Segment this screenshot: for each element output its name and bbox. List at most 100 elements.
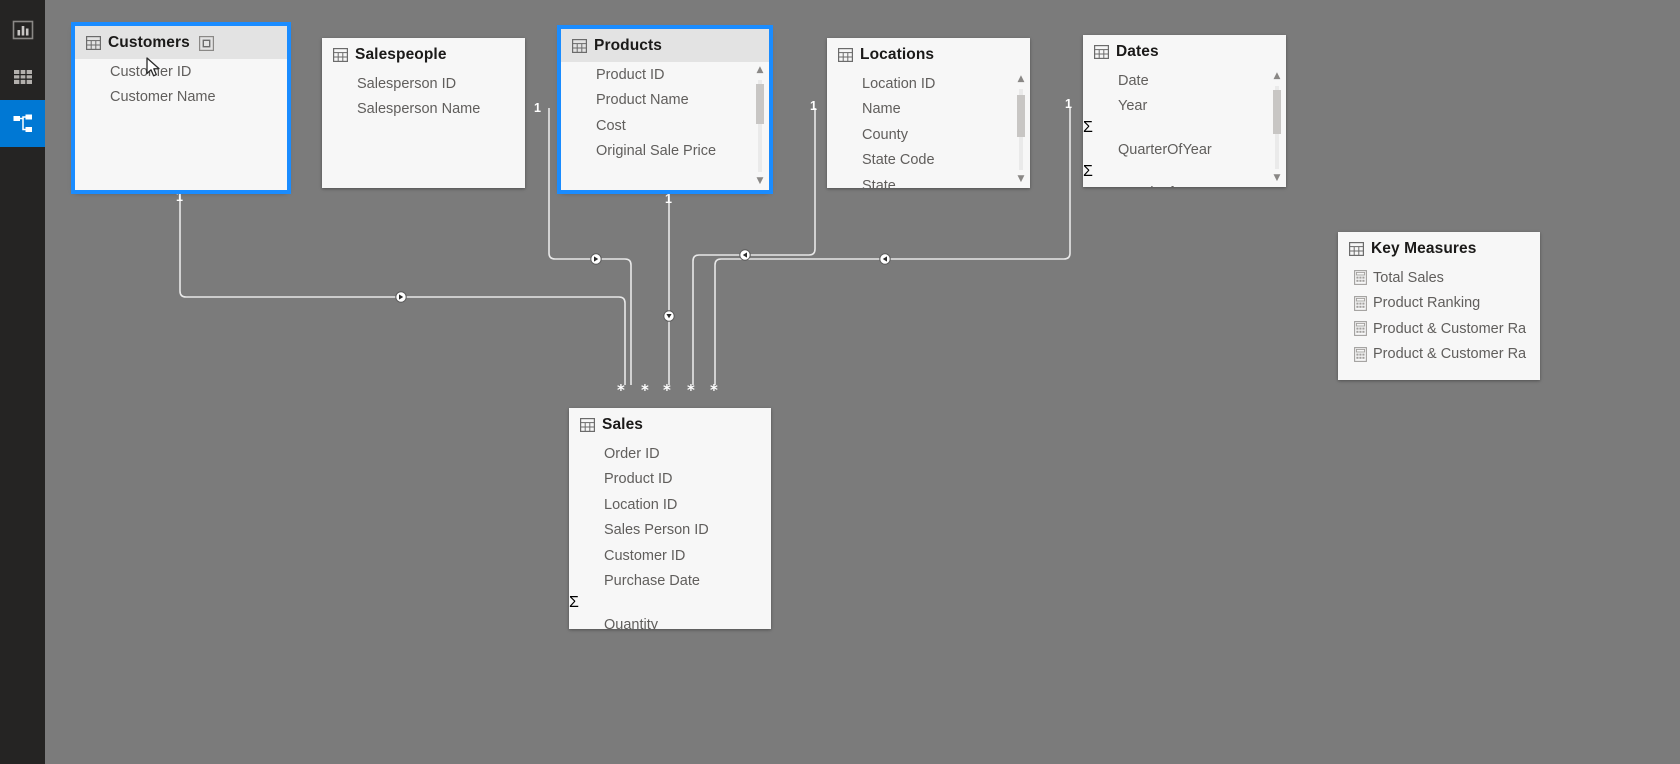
scrollbar-thumb[interactable] — [1017, 95, 1025, 137]
table-fields-salespeople: Salesperson ID Salesperson Name — [322, 71, 525, 188]
measure-icon — [1354, 270, 1367, 285]
filter-direction-marker — [663, 310, 675, 322]
view-switcher-rail — [0, 0, 45, 764]
field-item[interactable]: Salesperson ID — [322, 71, 525, 97]
table-icon — [333, 48, 349, 63]
table-title: Dates — [1116, 43, 1159, 60]
field-item[interactable]: Customer ID — [75, 59, 287, 85]
table-icon — [572, 39, 588, 54]
field-item[interactable]: Location ID — [569, 492, 771, 518]
field-item[interactable]: Cost — [561, 113, 769, 139]
filter-direction-marker — [879, 253, 891, 265]
table-title: Customers — [108, 34, 190, 51]
table-header-products[interactable]: Products — [561, 29, 769, 62]
sigma-aggregate-icon: Σ — [1083, 119, 1093, 136]
table-grid-icon — [12, 66, 34, 88]
table-title: Key Measures — [1371, 240, 1477, 257]
measure-item[interactable]: Total Sales — [1338, 265, 1540, 291]
table-title: Sales — [602, 416, 644, 433]
field-item[interactable]: Date — [1083, 68, 1286, 94]
field-item[interactable]: Quantity — [569, 612, 771, 629]
field-item[interactable]: Product Name — [561, 88, 769, 114]
scrollbar-thumb[interactable] — [1273, 90, 1281, 134]
filter-direction-marker — [739, 249, 751, 261]
field-item[interactable]: Name — [827, 97, 1030, 123]
table-card-customers[interactable]: Customers Customer ID Customer Name — [71, 22, 291, 194]
field-item[interactable]: Original Sale Price — [561, 139, 769, 165]
table-card-dates[interactable]: Dates Date Year Σ QuarterOfYear Σ MonthO… — [1083, 35, 1286, 187]
table-card-locations[interactable]: Locations Location ID Name County State … — [827, 38, 1030, 188]
field-item[interactable]: Sales Person ID — [569, 518, 771, 544]
chevron-up-icon[interactable]: ▲ — [757, 66, 764, 75]
field-item[interactable]: Purchase Date — [569, 569, 771, 595]
field-item[interactable]: Customer Name — [75, 85, 287, 111]
chevron-up-icon[interactable]: ▲ — [1018, 75, 1025, 84]
rail-item-model-view[interactable] — [0, 100, 45, 147]
table-fields-key-measures: Total Sales Product Ranking Product & Cu… — [1338, 265, 1540, 380]
table-fields-locations: Location ID Name County State Code State… — [827, 71, 1030, 188]
table-scrollbar[interactable]: ▲ ▼ — [754, 66, 766, 186]
field-item[interactable]: Year — [1083, 94, 1286, 120]
table-header-salespeople[interactable]: Salespeople — [322, 38, 525, 71]
table-header-customers[interactable]: Customers — [75, 26, 287, 59]
chevron-down-icon[interactable]: ▼ — [1018, 175, 1025, 184]
table-header-key-measures[interactable]: Key Measures — [1338, 232, 1540, 265]
rail-item-report-view[interactable] — [0, 6, 45, 53]
cardinality-label-many: * — [641, 381, 649, 399]
measure-icon — [1354, 321, 1367, 336]
relationship-customers-sales — [179, 191, 626, 385]
field-item[interactable]: Location ID — [827, 71, 1030, 97]
cardinality-label-one: 1 — [176, 190, 183, 204]
table-title: Products — [594, 37, 662, 54]
table-card-products[interactable]: Products Product ID Product Name Cost Or… — [557, 25, 773, 194]
sigma-aggregate-icon: Σ — [569, 594, 579, 611]
table-card-salespeople[interactable]: Salespeople Salesperson ID Salesperson N… — [322, 38, 525, 188]
table-fields-dates: Date Year Σ QuarterOfYear Σ MonthOfYear … — [1083, 68, 1286, 187]
measure-item[interactable]: Product & Customer Ra — [1338, 316, 1540, 342]
filter-direction-marker — [395, 291, 407, 303]
table-scrollbar[interactable]: ▲ ▼ — [1015, 75, 1027, 184]
model-canvas[interactable]: 1 1 1 1 1 * * * * * Customers Customer I… — [45, 0, 1680, 764]
field-item[interactable]: Product ID — [561, 62, 769, 88]
table-fields-customers: Customer ID Customer Name — [75, 59, 287, 190]
cardinality-label-one: 1 — [1065, 97, 1072, 111]
measure-item[interactable]: Product Ranking — [1338, 291, 1540, 317]
chevron-down-icon[interactable]: ▼ — [757, 177, 764, 186]
bar-chart-icon — [12, 19, 34, 41]
sigma-aggregate-icon: Σ — [1083, 162, 1093, 180]
cardinality-label-one: 1 — [810, 99, 817, 113]
chevron-up-icon[interactable]: ▲ — [1274, 72, 1281, 81]
rail-item-data-view[interactable] — [0, 53, 45, 100]
field-item[interactable]: Salesperson Name — [322, 97, 525, 123]
table-fields-products: Product ID Product Name Cost Original Sa… — [561, 62, 769, 190]
field-item[interactable]: State — [827, 173, 1030, 188]
table-card-key-measures[interactable]: Key Measures Total Sales Product Ranking… — [1338, 232, 1540, 380]
cardinality-label-one: 1 — [665, 192, 672, 206]
table-card-sales[interactable]: Sales Order ID Product ID Location ID Sa… — [569, 408, 771, 629]
filter-direction-markers — [395, 249, 891, 322]
field-item[interactable]: County — [827, 122, 1030, 148]
chevron-down-icon[interactable]: ▼ — [1274, 174, 1281, 183]
table-icon — [580, 418, 596, 433]
table-scrollbar[interactable]: ▲ ▼ — [1271, 72, 1283, 183]
measure-icon — [1354, 346, 1367, 362]
table-header-locations[interactable]: Locations — [827, 38, 1030, 71]
table-title: Locations — [860, 46, 935, 63]
cardinality-label-many: * — [617, 381, 625, 399]
field-item[interactable]: Product ID — [569, 467, 771, 493]
expand-table-button[interactable] — [198, 35, 214, 51]
cardinality-label-many: * — [710, 381, 718, 399]
table-header-sales[interactable]: Sales — [569, 408, 771, 441]
table-fields-sales: Order ID Product ID Location ID Sales Pe… — [569, 441, 771, 629]
field-item[interactable]: Customer ID — [569, 543, 771, 569]
table-icon — [1094, 45, 1110, 60]
field-item[interactable]: State Code — [827, 148, 1030, 174]
table-header-dates[interactable]: Dates — [1083, 35, 1286, 68]
table-title: Salespeople — [355, 46, 447, 63]
field-item[interactable]: QuarterOfYear — [1083, 137, 1286, 163]
cardinality-label-many: * — [663, 381, 671, 399]
scrollbar-thumb[interactable] — [756, 84, 764, 124]
field-item[interactable]: MonthOfYear — [1083, 181, 1286, 187]
field-item[interactable]: Order ID — [569, 441, 771, 467]
measure-item[interactable]: Product & Customer Ra — [1338, 342, 1540, 368]
